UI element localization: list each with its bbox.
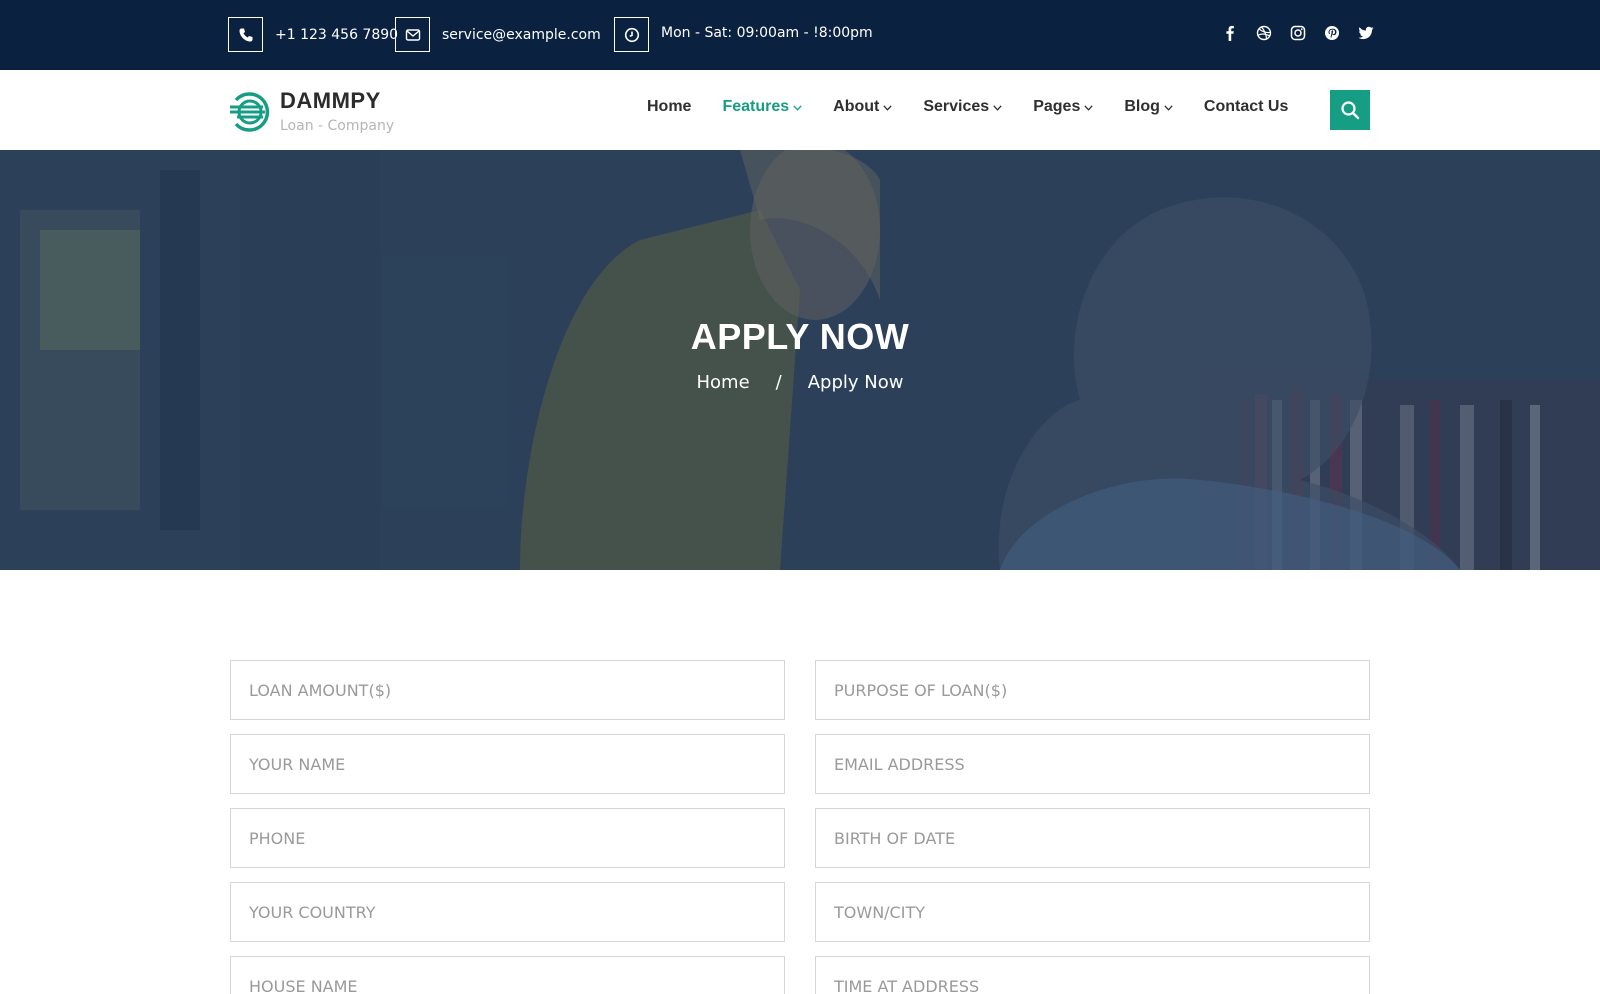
nav-about-label: About bbox=[833, 98, 880, 115]
logo-icon bbox=[230, 92, 270, 132]
nav-blog[interactable]: Blog bbox=[1124, 98, 1173, 116]
brand-logo[interactable]: DAMMPY Loan - Company bbox=[228, 88, 394, 136]
house-name-field[interactable] bbox=[230, 956, 785, 994]
purpose-of-loan-input[interactable] bbox=[834, 661, 1369, 719]
breadcrumb-current: Apply Now bbox=[807, 372, 904, 393]
search-icon bbox=[1341, 101, 1360, 120]
nav-features-label: Features bbox=[722, 98, 790, 115]
birth-date-field[interactable] bbox=[815, 808, 1370, 868]
chevron-down-icon bbox=[883, 98, 893, 116]
name-field[interactable] bbox=[230, 734, 785, 794]
phone-input[interactable] bbox=[249, 809, 784, 867]
time-at-address-input[interactable] bbox=[834, 957, 1369, 994]
nav-blog-label: Blog bbox=[1124, 98, 1160, 115]
top-bar: +1 123 456 7890 service@example.com Mon … bbox=[0, 0, 1600, 70]
house-name-input[interactable] bbox=[249, 957, 784, 994]
pinterest-icon[interactable] bbox=[1324, 24, 1340, 42]
hours-text: Mon - Sat: 09:00am - !8:00pm bbox=[661, 24, 873, 41]
nav-pages-label: Pages bbox=[1033, 98, 1081, 115]
main-navbar: DAMMPY Loan - Company Home Features Abou… bbox=[0, 70, 1600, 150]
clock-icon bbox=[614, 17, 649, 52]
name-input[interactable] bbox=[249, 735, 784, 793]
chevron-down-icon bbox=[1084, 98, 1094, 116]
loan-amount-field[interactable] bbox=[230, 660, 785, 720]
banner-overlay bbox=[0, 150, 1600, 570]
breadcrumb: Home / Apply Now bbox=[0, 372, 1600, 393]
dribbble-icon[interactable] bbox=[1256, 24, 1272, 42]
chevron-down-icon bbox=[993, 98, 1002, 116]
nav-home[interactable]: Home bbox=[647, 98, 691, 116]
email-field[interactable] bbox=[815, 734, 1370, 794]
chevron-down-icon bbox=[793, 98, 802, 116]
facebook-icon[interactable] bbox=[1222, 24, 1238, 42]
nav-home-label: Home bbox=[647, 98, 692, 115]
contact-email[interactable]: service@example.com bbox=[395, 17, 601, 52]
country-input[interactable] bbox=[249, 883, 784, 941]
twitter-icon[interactable] bbox=[1358, 24, 1374, 42]
nav-contact-us[interactable]: Contact Us bbox=[1204, 98, 1288, 116]
nav-features[interactable]: Features bbox=[722, 98, 802, 116]
phone-icon bbox=[228, 17, 263, 52]
opening-hours: Mon - Sat: 09:00am - !8:00pm bbox=[614, 17, 873, 52]
page-title: APPLY NOW bbox=[690, 316, 910, 357]
contact-phone[interactable]: +1 123 456 7890 bbox=[228, 17, 398, 52]
nav-about[interactable]: About bbox=[833, 98, 893, 116]
nav-pages[interactable]: Pages bbox=[1033, 98, 1094, 116]
page-banner: APPLY NOW Home / Apply Now bbox=[0, 150, 1600, 570]
brand-tagline: Loan - Company bbox=[280, 118, 395, 134]
brand-name: DAMMPY bbox=[280, 88, 381, 113]
breadcrumb-separator: / bbox=[775, 372, 782, 393]
loan-amount-input[interactable] bbox=[249, 661, 784, 719]
time-at-address-field[interactable] bbox=[815, 956, 1370, 994]
purpose-of-loan-field[interactable] bbox=[815, 660, 1370, 720]
nav-services-label: Services bbox=[923, 98, 990, 115]
phone-number: +1 123 456 7890 bbox=[275, 26, 399, 43]
chevron-down-icon bbox=[1164, 98, 1173, 116]
email-address: service@example.com bbox=[442, 26, 601, 43]
nav-services[interactable]: Services bbox=[923, 98, 1002, 116]
town-city-input[interactable] bbox=[834, 883, 1369, 941]
instagram-icon[interactable] bbox=[1290, 24, 1306, 42]
country-field[interactable] bbox=[230, 882, 785, 942]
email-input[interactable] bbox=[834, 735, 1369, 793]
main-menu: Home Features About Services Pages Blog … bbox=[647, 98, 1319, 116]
birth-date-input[interactable] bbox=[834, 809, 1369, 867]
social-links bbox=[1222, 24, 1374, 42]
envelope-icon bbox=[395, 17, 430, 52]
phone-field[interactable] bbox=[230, 808, 785, 868]
breadcrumb-home[interactable]: Home bbox=[697, 372, 750, 393]
town-city-field[interactable] bbox=[815, 882, 1370, 942]
search-button[interactable] bbox=[1330, 90, 1370, 130]
nav-contact-label: Contact Us bbox=[1203, 98, 1289, 115]
